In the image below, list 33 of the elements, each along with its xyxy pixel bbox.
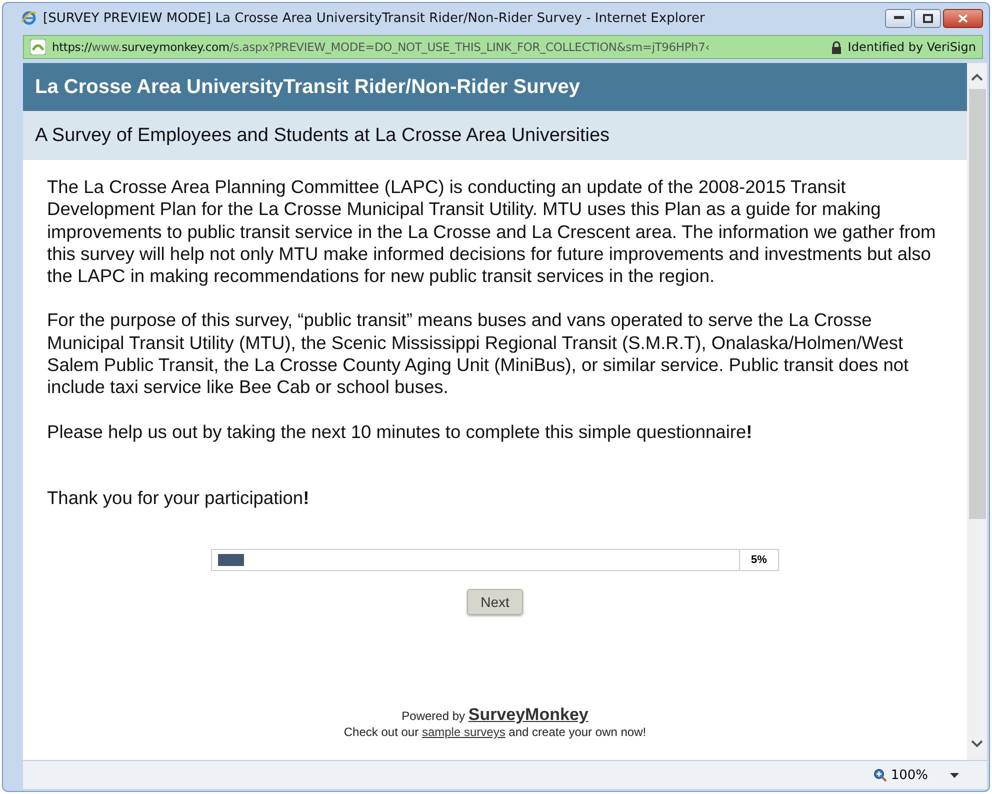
lock-icon xyxy=(830,40,842,54)
maximize-icon xyxy=(922,14,932,22)
identity-label: Identified by VeriSign xyxy=(848,40,976,54)
maximize-button[interactable] xyxy=(914,8,941,28)
scroll-thumb[interactable] xyxy=(968,89,986,519)
next-button[interactable]: Next xyxy=(466,589,524,616)
scrollbar[interactable] xyxy=(967,63,987,760)
window-title: [SURVEY PREVIEW MODE] La Crosse Area UniversityTransit Rider/Non-Rider Survey - Internet Explorer xyxy=(43,10,706,26)
footer-text: Check out our xyxy=(344,725,419,739)
progress-percent: 5% xyxy=(750,553,768,568)
dropdown-caret-icon[interactable] xyxy=(950,772,959,778)
survey-subtitle: A Survey of Employees and Students at La Crosse Area Universities xyxy=(35,124,610,146)
intro-paragraph: For the purpose of this survey, “public transit” means buses and vans operated to serve the La Crosse Municipal Transit Utility (MTU), the Scenic Mississippi Regional Transit (S.M.R.T), Onalaska/Holmen/West Salem Public Transit, the La Crosse County Aging Unit (MiniBus), or similar service. Public transit does not include taxi service like Bee Cab or school buses. xyxy=(47,309,910,399)
scroll-up-icon xyxy=(971,73,983,81)
zoom-icon xyxy=(872,768,887,782)
intro-paragraph: Thank you for your participation! xyxy=(47,486,310,510)
sample-surveys-link[interactable]: sample surveys xyxy=(422,725,506,739)
survey-title: La Crosse Area UniversityTransit Rider/Non-Rider Survey xyxy=(35,76,580,98)
minimize-icon xyxy=(894,16,904,20)
url-text: https://www.surveymonkey.com/s.aspx?PREVIEW_MODE=DO_NOT_USE_THIS_LINK_FOR_COLLECTION&sm=jT96HPh7‹ xyxy=(52,40,711,54)
site-icon xyxy=(30,39,46,55)
browser-logo-icon xyxy=(21,10,37,26)
close-icon xyxy=(958,14,968,22)
scroll-down-icon xyxy=(971,740,983,748)
footer-text: and create your own now! xyxy=(508,725,646,739)
address-bar[interactable]: https://www.surveymonkey.com/s.aspx?PREVIEW_MODE=DO_NOT_USE_THIS_LINK_FOR_COLLECTION&sm=jT96HPh7‹ Identified by VeriSign xyxy=(23,35,983,59)
intro-paragraph: Please help us out by taking the next 10 minutes to complete this simple questionnaire! xyxy=(47,420,754,443)
powered-by-label: Powered by xyxy=(402,709,466,723)
close-button[interactable] xyxy=(943,8,983,28)
zoom-level[interactable]: 100% xyxy=(890,768,928,782)
minimize-button[interactable] xyxy=(885,8,912,28)
intro-paragraph: The La Crosse Area Planning Committee (LAPC) is conducting an update of the 2008-2015 Transit Development Plan for the La Crosse Municipal Transit Utility. MTU uses this Plan as a guide for making improvements to public transit service in the La Crosse and La Crescent area. The information we gather from this survey will help not only MTU make informed decisions for future improvements and investments but also the LAPC in making recommendations for new public transit services in the region. xyxy=(47,176,937,288)
brand-link[interactable]: SurveyMonkey xyxy=(468,705,588,724)
